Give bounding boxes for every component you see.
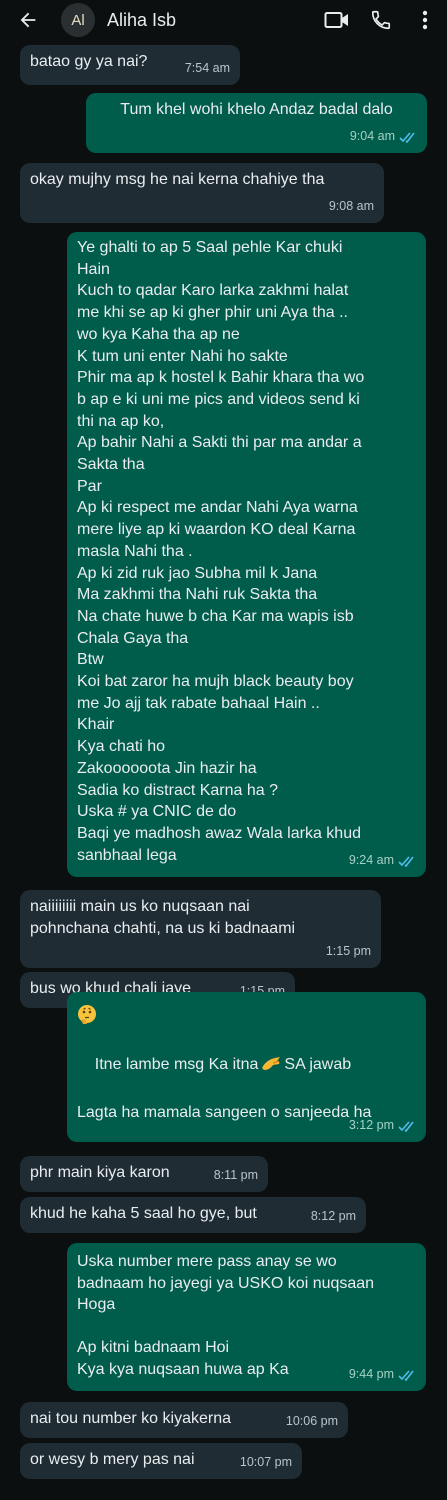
contact-name[interactable]: Aliha Isb	[107, 10, 315, 31]
video-call-button[interactable]	[315, 0, 359, 40]
avatar[interactable]: Al	[61, 3, 95, 37]
message-incoming[interactable]: okay mujhy msg he nai kerna chahiye tha …	[20, 163, 384, 223]
video-call-icon	[324, 12, 348, 28]
read-ticks-icon	[398, 1370, 414, 1381]
phone-call-button[interactable]	[359, 0, 403, 40]
message-text: okay mujhy msg he nai kerna chahiye tha	[30, 171, 325, 188]
message-outgoing[interactable]: Ye ghalti to ap 5 Saal pehle Kar chuki H…	[67, 232, 426, 877]
message-time: 1:15 pm	[325, 944, 371, 959]
message-text: nai tou number ko kiyakerna	[30, 1410, 231, 1427]
message-outgoing[interactable]: Tum khel wohi khelo Andaz badal dalo 9:0…	[86, 93, 427, 153]
message-incoming[interactable]: or wesy b mery pas nai 10:07 pm	[20, 1443, 302, 1479]
back-button[interactable]	[0, 0, 56, 40]
message-time: 3:12 pm	[348, 1118, 394, 1133]
pinching-hand-emoji	[262, 1057, 281, 1071]
message-time: 9:04 am	[349, 129, 395, 144]
read-ticks-icon	[398, 1121, 414, 1132]
message-time: 10:06 pm	[285, 1414, 338, 1429]
message-text: phr main kiya karon	[30, 1164, 170, 1181]
message-time: 9:44 pm	[348, 1367, 394, 1382]
message-time: 9:08 am	[328, 199, 374, 214]
message-time: 7:54 am	[184, 61, 230, 76]
thinking-face-emoji	[78, 1005, 96, 1024]
message-incoming[interactable]: nai tou number ko kiyakerna 10:06 pm	[20, 1402, 348, 1438]
more-options-button[interactable]	[403, 0, 447, 40]
back-arrow-icon	[20, 12, 36, 28]
message-meta: 9:24 am	[349, 850, 416, 872]
phone-icon	[371, 10, 391, 30]
more-vert-icon	[422, 10, 428, 30]
message-incoming[interactable]: khud he kaha 5 saal ho gye, but 8:12 pm	[20, 1197, 366, 1233]
message-incoming[interactable]: naiiiiiiii main us ko nuqsaan nai pohnch…	[20, 890, 381, 968]
message-incoming[interactable]: batao gy ya nai? 7:54 am	[20, 45, 240, 85]
message-time: 8:11 pm	[213, 1168, 258, 1183]
read-ticks-icon	[399, 132, 415, 143]
message-meta: 9:44 pm	[349, 1364, 416, 1386]
read-ticks-icon	[398, 856, 414, 867]
message-outgoing[interactable]: Itne lambe msg Ka itna SA jawab Lagta ha…	[67, 992, 426, 1142]
message-text: batao gy ya nai?	[30, 53, 148, 70]
message-incoming[interactable]: phr main kiya karon 8:11 pm	[20, 1156, 268, 1192]
message-time: 10:07 pm	[239, 1455, 292, 1470]
message-text: khud he kaha 5 saal ho gye, but	[30, 1205, 257, 1222]
message-meta: 3:12 pm	[349, 1115, 416, 1137]
message-text: Tum khel wohi khelo Andaz badal dalo	[120, 101, 393, 118]
message-meta: 9:04 am	[350, 126, 417, 148]
message-text: Itne lambe msg Ka itna SA jawab Lagta ha…	[77, 1055, 372, 1121]
message-text: naiiiiiiii main us ko nuqsaan nai pohnch…	[30, 898, 296, 937]
message-time: 9:24 am	[348, 853, 394, 868]
message-time: 8:12 pm	[310, 1209, 356, 1224]
chat-header: Al Aliha Isb	[0, 0, 447, 40]
message-outgoing[interactable]: Uska number mere pass anay se wo badnaam…	[67, 1243, 426, 1391]
message-text: or wesy b mery pas nai	[30, 1451, 195, 1468]
message-text: Ye ghalti to ap 5 Saal pehle Kar chuki H…	[77, 239, 365, 864]
message-text: Uska number mere pass anay se wo badnaam…	[77, 1253, 375, 1378]
